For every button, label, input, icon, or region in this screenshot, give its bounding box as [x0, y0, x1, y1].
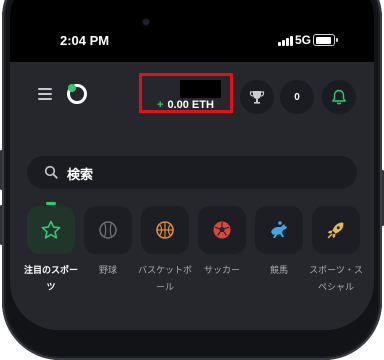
battery-icon	[313, 34, 338, 46]
category-label: バスケットボール	[137, 265, 192, 292]
search-icon	[44, 165, 58, 179]
soccer-ball-icon	[213, 221, 231, 239]
bell-icon	[332, 89, 346, 105]
rocket-icon	[327, 222, 344, 239]
search-input[interactable]: 検索	[67, 164, 93, 183]
status-time: 2:04 PM	[60, 33, 110, 48]
status-bar: 2:04 PM 5G	[10, 0, 374, 62]
notification-count: 0	[294, 91, 300, 103]
category-tile[interactable]	[198, 206, 246, 254]
category-label: サッカー	[203, 265, 240, 275]
balance-value: 0.00 ETH	[167, 99, 214, 111]
balance-plus: +	[157, 99, 164, 111]
redacted-username	[180, 80, 221, 98]
category-label: 注目のスポーツ	[23, 265, 78, 292]
app-logo-icon[interactable]	[66, 83, 88, 105]
category-tile[interactable]	[312, 206, 360, 254]
category-tile[interactable]	[255, 206, 303, 254]
basketball-icon	[156, 221, 174, 239]
category-tile[interactable]	[27, 206, 75, 254]
category-label: 野球	[98, 265, 117, 275]
wallet-balance[interactable]: +0.00 ETH	[157, 99, 214, 111]
signal-icon	[278, 36, 294, 46]
category-tile[interactable]	[84, 206, 132, 254]
trophy-button[interactable]	[240, 80, 274, 114]
category-tile[interactable]	[141, 206, 189, 254]
hamburger-menu-icon[interactable]	[38, 88, 52, 100]
notifications-count-button[interactable]: 0	[280, 80, 314, 114]
baseball-icon	[99, 221, 117, 239]
front-camera	[143, 19, 149, 25]
horse-racing-icon	[271, 221, 287, 238]
star-icon	[41, 220, 61, 239]
app-screen: 2:04 PM 5G +0.00 ETH 0 検索 注目のスポーツ 野球 バスケ…	[10, 0, 374, 330]
search-bar[interactable]: 検索	[27, 156, 357, 189]
category-label: 競馬	[269, 265, 288, 275]
trophy-icon	[249, 91, 265, 104]
active-indicator	[46, 202, 56, 205]
category-label: スポーツ・スペシャル	[309, 265, 363, 292]
network-type: 5G	[295, 33, 312, 47]
alert-button[interactable]	[322, 80, 356, 114]
